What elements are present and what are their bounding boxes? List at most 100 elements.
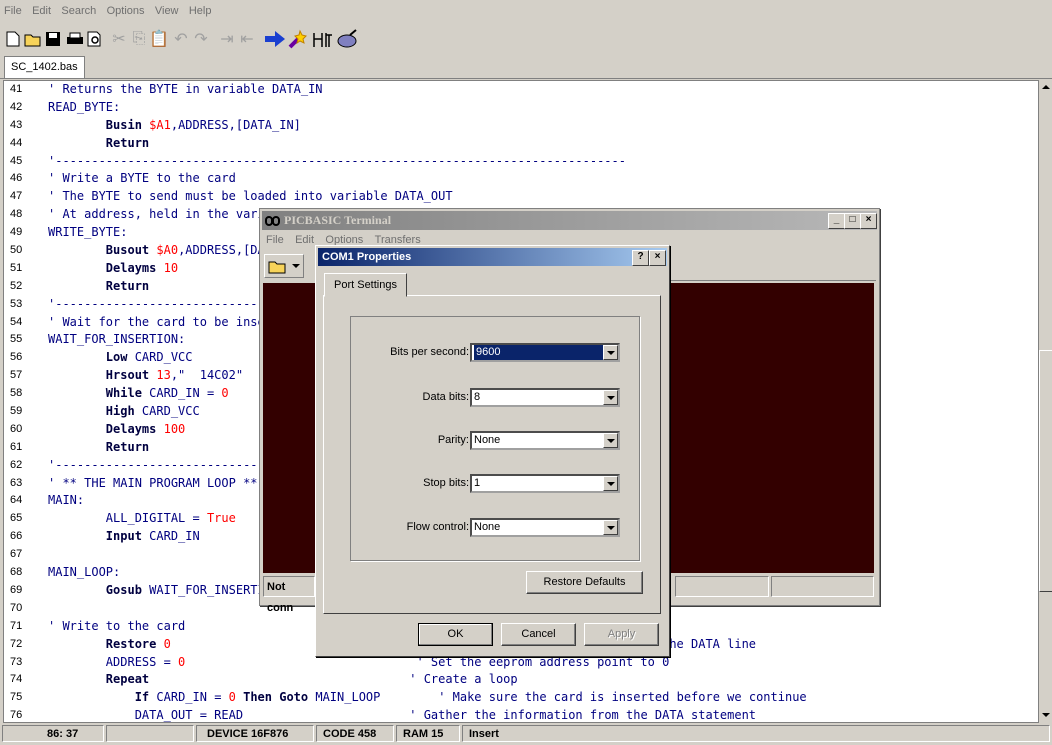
terminal-toolbar-spacer [666,250,876,281]
menu-edit[interactable]: Edit [28,0,54,17]
open-folder-icon[interactable] [22,28,44,50]
undo-icon[interactable]: ↶ [170,28,192,50]
terminal-menu-file[interactable]: File [262,234,288,246]
print-preview-icon[interactable] [84,28,106,50]
code-token: MAIN_LOOP: [48,565,121,580]
parity-select[interactable]: None [470,431,620,450]
ic-chip-icon[interactable] [312,28,334,50]
code-token: WAIT_FOR_INSERTION: [48,332,186,347]
maximize-icon[interactable]: □ [844,213,861,229]
dialog-close-icon[interactable]: × [649,250,666,266]
line-number: 68 [10,566,23,579]
save-icon[interactable] [42,28,64,50]
data-bits-select[interactable]: 8 [470,388,620,407]
menu-file[interactable]: File [0,0,25,17]
program-icon[interactable] [288,28,310,50]
line-number-gutter: 41 42 43 44 45 46 47 48 49 50 51 52 53 54 55 56 57 58 59 60… [4,81,41,722]
code-token: Repeat [105,672,150,687]
data-bits-label: Data bits: [422,391,469,403]
code-token: ' Returns the BYTE in variable DATA_IN [48,82,323,96]
flow-control-select[interactable]: None [470,518,620,537]
tab-port-settings[interactable]: Port Settings [324,273,407,297]
code-line[interactable]: ' Returns the BYTE in variable DATA_IN [48,81,1038,99]
line-number: 52 [10,279,23,292]
line-number: 69 [10,583,23,596]
cancel-button[interactable]: Cancel [501,623,576,646]
menu-search[interactable]: Search [57,0,99,17]
indent-icon[interactable]: ⇥ [216,28,238,50]
menu-options[interactable]: Options [103,0,148,17]
terminal-toolbar-open[interactable] [264,254,304,278]
code-line[interactable]: Return [48,135,1038,153]
dialog-titlebar[interactable]: COM1 Properties ? × [318,248,667,266]
code-token: ," 14C02" [170,368,244,383]
chevron-down-icon[interactable] [603,345,618,360]
code-line[interactable]: Repeat ' Create a loop [48,671,1038,689]
line-number: 47 [10,190,23,203]
apply-button[interactable]: Apply [584,623,659,646]
line-number: 61 [10,440,23,453]
line-number: 53 [10,297,23,310]
code-token: ' ** THE MAIN PROGRAM LOOP ** [48,475,258,490]
stop-bits-select[interactable]: 1 [470,474,620,493]
chevron-down-icon[interactable] [603,433,618,448]
scroll-thumb[interactable] [1039,350,1052,592]
code-token: 0 [163,636,171,651]
chevron-down-icon[interactable] [603,476,618,491]
bits-per-second-select[interactable]: 9600 [470,343,620,362]
copy-icon[interactable]: ⎘ [128,28,150,50]
new-file-icon[interactable] [2,28,24,50]
code-token: Busin [105,117,150,132]
close-icon[interactable]: × [860,213,877,229]
menu-help[interactable]: Help [185,0,215,17]
code-line[interactable]: '---------------------------------------… [48,153,1038,171]
terminal-status-cell-2 [771,576,874,597]
minimize-icon[interactable]: _ [828,213,845,229]
code-line[interactable]: Busin $A1,ADDRESS,[DATA_IN] [48,117,1038,135]
line-number: 50 [10,244,23,257]
ok-button[interactable]: OK [418,623,493,646]
code-token: ' Write to the card [48,618,186,633]
parity-label: Parity: [437,434,469,446]
print-icon[interactable] [64,28,86,50]
compile-icon[interactable] [264,28,286,50]
terminal-menu-edit[interactable]: Edit [291,234,318,246]
scroll-up-icon[interactable] [1039,80,1052,93]
code-line[interactable]: DATA_OUT = READ ' Gather the information… [48,707,1038,723]
code-line[interactable]: If CARD_IN = 0 Then Goto MAIN_LOOP ' Mak… [48,689,1038,707]
code-token: Gosub [105,582,150,597]
help-icon[interactable]: ? [632,250,649,266]
status-empty [106,725,194,742]
code-token: Then Goto [235,690,316,705]
code-line[interactable]: ' The BYTE to send must be loaded into v… [48,188,1038,206]
code-token: CARD_VCC [134,350,193,365]
code-token: CARD_IN = [156,690,229,705]
paste-icon[interactable]: 📋 [148,28,170,50]
line-number: 54 [10,315,23,328]
chevron-down-icon[interactable] [603,390,618,405]
code-line[interactable]: READ_BYTE: [48,99,1038,117]
editor-scrollbar[interactable] [1039,80,1052,721]
flow-control-label: Flow control: [406,521,469,533]
line-number: 74 [10,673,23,686]
line-number: 72 [10,637,23,650]
restore-defaults-button[interactable]: Restore Defaults [526,571,643,594]
cut-icon[interactable]: ✂ [108,28,130,50]
scroll-down-icon[interactable] [1039,708,1052,721]
code-line[interactable]: ' Write a BYTE to the card [48,170,1038,188]
code-token: DATA_OUT = READ [134,708,244,723]
outdent-icon[interactable]: ⇤ [236,28,258,50]
menu-view[interactable]: View [151,0,182,17]
chevron-down-icon[interactable] [603,520,618,535]
redo-icon[interactable]: ↷ [190,28,212,50]
code-token: Restore [105,636,164,651]
terminal-titlebar[interactable]: PICBASIC Terminal _ □ × [262,211,877,230]
serial-terminal-icon[interactable] [336,28,358,50]
code-token: Input [105,529,150,544]
tab-sc1402[interactable]: SC_1402.bas [4,56,85,78]
